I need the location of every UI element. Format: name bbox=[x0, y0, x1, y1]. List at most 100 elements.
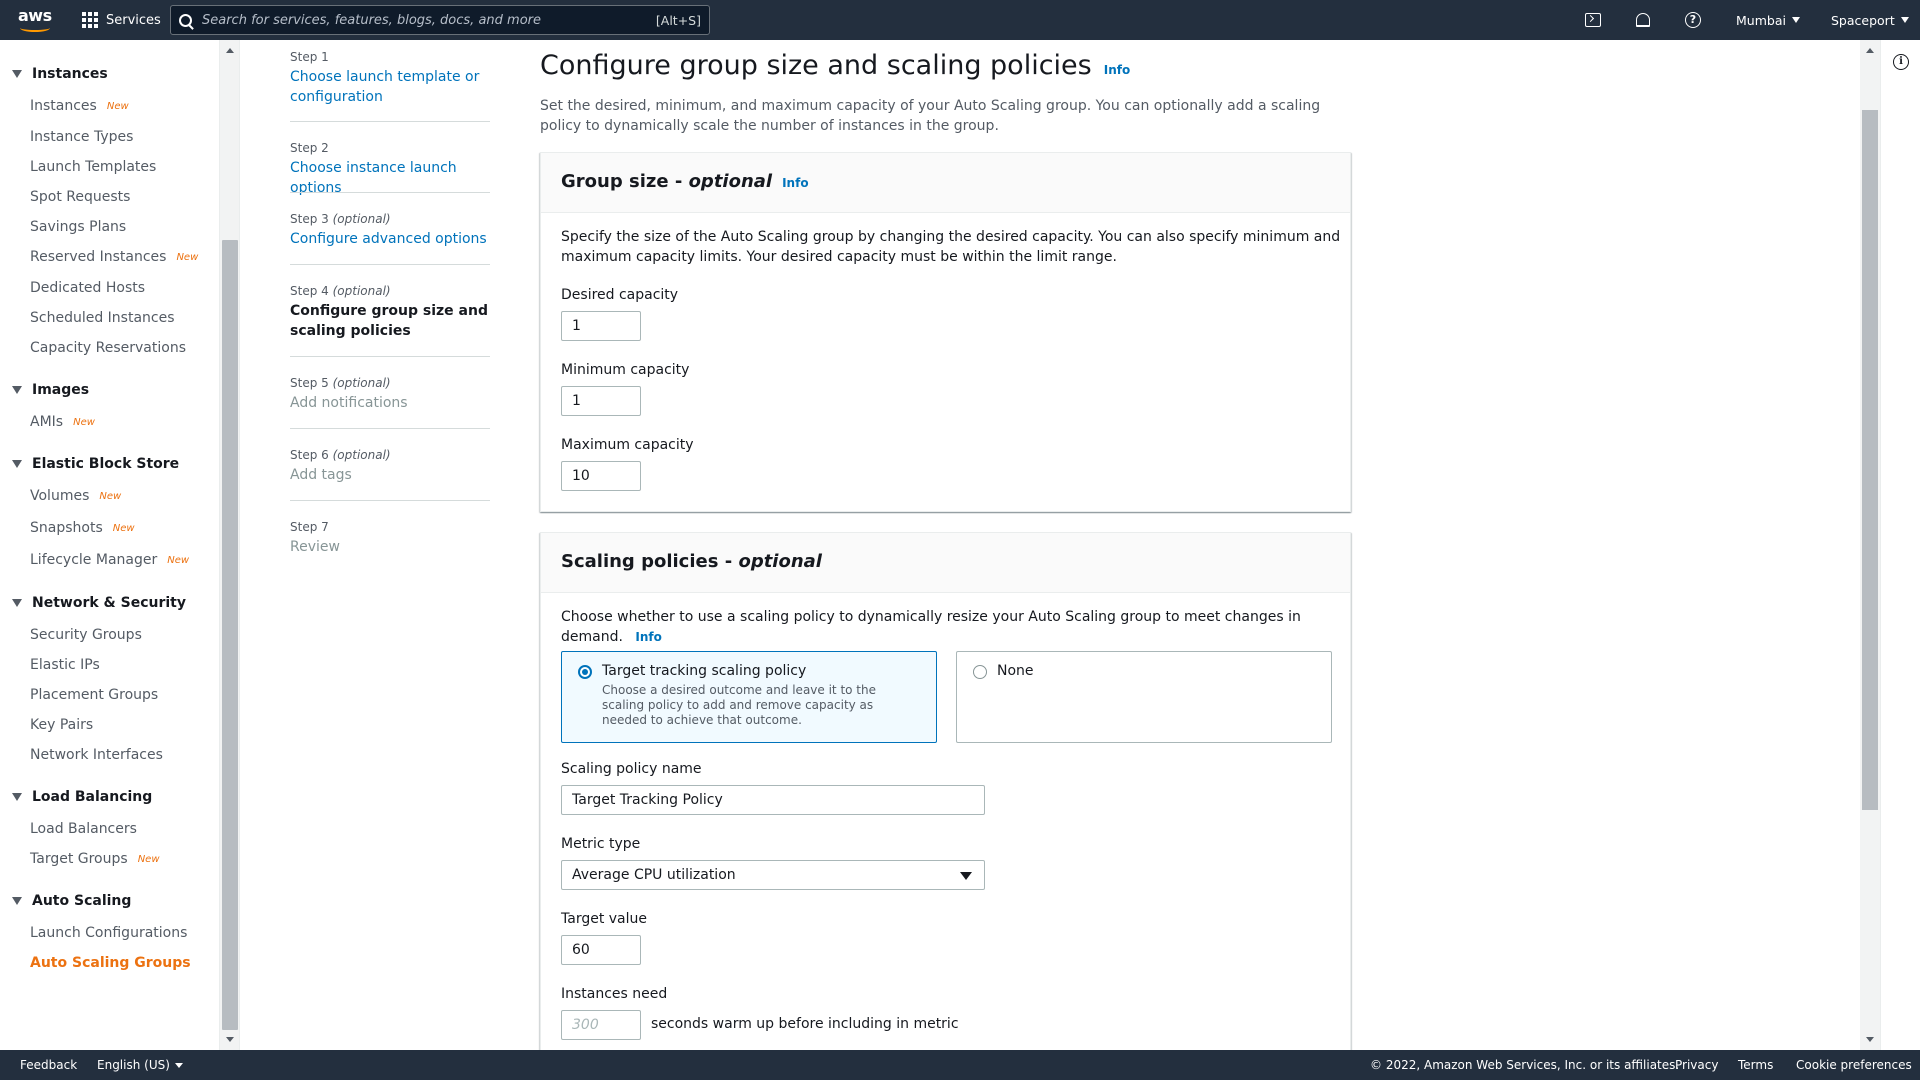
sidebar-item-label: Security Groups bbox=[30, 627, 142, 643]
feedback-link[interactable]: Feedback bbox=[20, 1058, 77, 1072]
scroll-up-icon[interactable] bbox=[226, 48, 234, 53]
sidebar-item-network-interfaces[interactable]: Network Interfaces bbox=[30, 747, 163, 763]
sidebar-section-instances[interactable]: Instances bbox=[12, 66, 108, 82]
new-badge: New bbox=[176, 251, 199, 263]
global-search[interactable]: [Alt+S] bbox=[170, 5, 710, 35]
sidebar-scroll-thumb[interactable] bbox=[222, 240, 238, 1030]
new-badge: New bbox=[73, 416, 95, 428]
target-tracking-option[interactable]: Target tracking scaling policy Choose a … bbox=[561, 651, 937, 743]
sidebar-item-launch-configurations[interactable]: Launch Configurations bbox=[30, 925, 187, 941]
help-panel-rail: i bbox=[1880, 40, 1920, 1050]
panel-title-text: Scaling policies - bbox=[561, 551, 739, 572]
sidebar-item-label: Network Interfaces bbox=[30, 747, 163, 763]
radio-unselected-icon[interactable] bbox=[973, 665, 987, 679]
sidebar-section-load-balancing[interactable]: Load Balancing bbox=[12, 789, 152, 805]
sidebar-item-amis[interactable]: AMIs New bbox=[30, 414, 95, 430]
cloudshell-button[interactable] bbox=[1583, 10, 1603, 30]
cookie-preferences-link[interactable]: Cookie preferences bbox=[1796, 1058, 1912, 1072]
sidebar-scrollbar[interactable] bbox=[220, 40, 240, 1050]
scaling-description: Choose whether to use a scaling policy t… bbox=[561, 607, 1341, 647]
sidebar-section-network-security[interactable]: Network & Security bbox=[12, 595, 186, 611]
scroll-down-icon[interactable] bbox=[1866, 1037, 1874, 1042]
instance-warmup-input[interactable] bbox=[561, 1010, 641, 1040]
sidebar-item-target-groups[interactable]: Target Groups New bbox=[30, 851, 160, 867]
none-option[interactable]: None bbox=[956, 651, 1332, 743]
step-label: Step 6 (optional) bbox=[290, 448, 490, 462]
account-menu[interactable]: Spaceport bbox=[1831, 0, 1909, 40]
radio-selected-icon[interactable] bbox=[578, 665, 592, 679]
top-navigation-bar: aws Services [Alt+S] ? Mumbai Spaceport bbox=[0, 0, 1920, 40]
sidebar-item-security-groups[interactable]: Security Groups bbox=[30, 627, 142, 643]
sidebar-item-lifecycle-manager[interactable]: Lifecycle Manager New bbox=[30, 552, 189, 568]
panel-body: Choose whether to use a scaling policy t… bbox=[541, 593, 1350, 1040]
sidebar-item-elastic-ips[interactable]: Elastic IPs bbox=[30, 657, 100, 673]
terms-link[interactable]: Terms bbox=[1738, 1058, 1773, 1072]
scroll-up-icon[interactable] bbox=[1866, 48, 1874, 53]
minimum-capacity-input[interactable] bbox=[561, 386, 641, 416]
info-link[interactable]: Info bbox=[635, 630, 661, 644]
sidebar-item-scheduled-instances[interactable]: Scheduled Instances bbox=[30, 310, 175, 326]
target-value-label: Target value bbox=[561, 911, 648, 927]
sidebar-section-elastic-block-store[interactable]: Elastic Block Store bbox=[12, 456, 179, 472]
info-link[interactable]: Info bbox=[782, 176, 808, 190]
caret-down-icon bbox=[12, 460, 22, 468]
sidebar-section-images[interactable]: Images bbox=[12, 382, 89, 398]
desired-capacity-input[interactable] bbox=[561, 311, 641, 341]
notifications-button[interactable] bbox=[1633, 10, 1653, 30]
scroll-down-icon[interactable] bbox=[226, 1037, 234, 1042]
main-scrollbar[interactable] bbox=[1860, 40, 1880, 1050]
sidebar-item-dedicated-hosts[interactable]: Dedicated Hosts bbox=[30, 280, 145, 296]
step-optional: (optional) bbox=[332, 376, 391, 390]
aws-smile-icon bbox=[20, 24, 50, 32]
language-selector[interactable]: English (US) bbox=[97, 1058, 183, 1072]
sidebar-item-volumes[interactable]: Volumes New bbox=[30, 488, 121, 504]
step-link[interactable]: Choose launch template or configuration bbox=[290, 67, 490, 107]
sidebar-item-label: Target Groups bbox=[30, 851, 128, 867]
step-label: Step 7 bbox=[290, 520, 329, 534]
target-value-input[interactable] bbox=[561, 935, 641, 965]
metric-type-value: Average CPU utilization bbox=[572, 867, 736, 883]
caret-down-icon bbox=[12, 793, 22, 801]
sidebar-section-auto-scaling[interactable]: Auto Scaling bbox=[12, 893, 131, 909]
group-size-description: Specify the size of the Auto Scaling gro… bbox=[561, 229, 1341, 265]
sidebar-item-load-balancers[interactable]: Load Balancers bbox=[30, 821, 137, 837]
services-menu-button[interactable]: Services bbox=[82, 0, 161, 40]
wizard-step-3: Step 3 (optional) Configure advanced opt… bbox=[290, 212, 490, 249]
minimum-capacity-label: Minimum capacity bbox=[561, 362, 690, 378]
sidebar-section-title: Network & Security bbox=[32, 595, 186, 611]
sidebar-item-label: Instance Types bbox=[30, 129, 134, 145]
instance-warmup-label: Instances need bbox=[561, 986, 668, 1002]
region-selector[interactable]: Mumbai bbox=[1736, 0, 1800, 40]
sidebar-item-label: Spot Requests bbox=[30, 189, 131, 205]
maximum-capacity-label: Maximum capacity bbox=[561, 437, 694, 453]
aws-logo[interactable]: aws bbox=[18, 6, 52, 32]
step-divider bbox=[290, 500, 490, 501]
info-link[interactable]: Info bbox=[1104, 63, 1130, 77]
maximum-capacity-input[interactable] bbox=[561, 461, 641, 491]
scaling-policy-name-input[interactable] bbox=[561, 785, 985, 815]
sidebar-item-launch-templates[interactable]: Launch Templates bbox=[30, 159, 156, 175]
wizard-step-7: Step 7 Review bbox=[290, 520, 490, 557]
step-divider bbox=[290, 356, 490, 357]
help-button[interactable]: ? bbox=[1683, 10, 1703, 30]
step-number: Step 5 bbox=[290, 376, 329, 390]
sidebar-item-placement-groups[interactable]: Placement Groups bbox=[30, 687, 158, 703]
sidebar-item-instance-types[interactable]: Instance Types bbox=[30, 129, 133, 145]
metric-type-select[interactable]: Average CPU utilization bbox=[561, 860, 985, 890]
sidebar-item-key-pairs[interactable]: Key Pairs bbox=[30, 717, 93, 733]
copyright-text: © 2022, Amazon Web Services, Inc. or its… bbox=[1370, 1058, 1680, 1072]
sidebar-item-reserved-instances[interactable]: Reserved Instances New bbox=[30, 249, 198, 265]
sidebar-item-spot-requests[interactable]: Spot Requests bbox=[30, 189, 130, 205]
sidebar-item-capacity-reservations[interactable]: Capacity Reservations bbox=[30, 340, 186, 356]
main-scroll-thumb[interactable] bbox=[1862, 110, 1878, 810]
caret-down-icon bbox=[174, 1063, 183, 1068]
step-link[interactable]: Configure advanced options bbox=[290, 229, 490, 249]
info-icon[interactable]: i bbox=[1893, 54, 1909, 70]
sidebar-item-instances[interactable]: Instances New bbox=[30, 98, 129, 114]
privacy-link[interactable]: Privacy bbox=[1675, 1058, 1718, 1072]
sidebar-item-snapshots[interactable]: Snapshots New bbox=[30, 520, 135, 536]
sidebar-item-savings-plans[interactable]: Savings Plans bbox=[30, 219, 126, 235]
search-input[interactable] bbox=[202, 12, 656, 28]
sidebar-section-title: Instances bbox=[32, 66, 108, 82]
sidebar-item-auto-scaling-groups[interactable]: Auto Scaling Groups bbox=[30, 955, 191, 971]
